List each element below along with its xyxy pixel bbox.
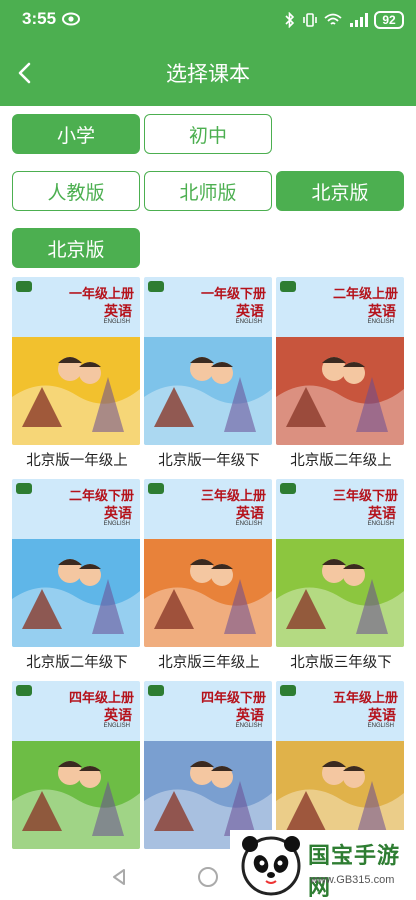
cover-grade-label: 二年级下册 <box>68 489 134 504</box>
book-cover[interactable]: 三年级下册英语 ENGLISH <box>276 479 404 647</box>
cover-english-label: ENGLISH <box>367 521 394 527</box>
battery-indicator: 92 <box>374 11 404 29</box>
book-card[interactable]: 二年级上册英语 ENGLISH 北京版二年级上 <box>276 277 404 473</box>
publisher-chip-beijing[interactable]: 北京版 <box>276 171 404 211</box>
book-title: 北京版二年级上 <box>290 453 392 469</box>
cover-subject-label: 英语 <box>236 708 264 724</box>
edition-chip-beijing[interactable]: 北京版 <box>12 228 140 268</box>
grade-filter-row: 小学 初中 <box>0 114 416 154</box>
book-card[interactable]: 一年级下册英语 ENGLISH 北京版一年级下 <box>144 277 272 473</box>
book-card[interactable]: 五年级上册英语 ENGLISH <box>276 681 404 851</box>
cover-subject-label: 英语 <box>104 708 132 724</box>
cover-grade-label: 五年级上册 <box>332 691 398 706</box>
cover-subject-label: 英语 <box>368 506 396 522</box>
watermark: 国宝手游网 www.GB315.com <box>230 830 416 900</box>
book-title: 北京版三年级下 <box>290 655 392 671</box>
wifi-icon <box>324 13 342 25</box>
eye-icon <box>62 12 80 26</box>
book-cover[interactable]: 一年级下册英语 ENGLISH <box>144 277 272 445</box>
book-title: 北京版三年级上 <box>158 655 260 671</box>
signal-icon <box>350 13 368 27</box>
vibrate-icon <box>303 13 317 27</box>
cover-english-label: ENGLISH <box>235 723 262 729</box>
publisher-chip-renjiao[interactable]: 人教版 <box>12 171 140 211</box>
cover-subject-label: 英语 <box>104 506 132 522</box>
header: 3:55 92 选择课本 <box>0 0 416 106</box>
book-card[interactable]: 三年级上册英语 ENGLISH 北京版三年级上 <box>144 479 272 675</box>
book-cover[interactable]: 二年级下册英语 ENGLISH <box>12 479 140 647</box>
grade-chip-primary[interactable]: 小学 <box>12 114 140 154</box>
book-title: 北京版一年级下 <box>158 453 260 469</box>
cover-subject-label: 英语 <box>368 304 396 320</box>
app-bar: 选择课本 <box>0 48 416 98</box>
cover-grade-label: 四年级上册 <box>68 691 134 706</box>
book-title: 北京版二年级下 <box>26 655 128 671</box>
book-card[interactable]: 三年级下册英语 ENGLISH 北京版三年级下 <box>276 479 404 675</box>
cover-grade-label: 四年级下册 <box>200 691 266 706</box>
cover-grade-label: 一年级下册 <box>200 287 266 302</box>
cover-grade-label: 一年级上册 <box>68 287 134 302</box>
panda-logo-icon <box>241 836 301 896</box>
book-card[interactable]: 一年级上册英语 ENGLISH 北京版一年级上 <box>12 277 140 473</box>
cover-english-label: ENGLISH <box>103 521 130 527</box>
publisher-chip-beishi[interactable]: 北师版 <box>144 171 272 211</box>
watermark-title: 国宝手游网 <box>308 844 401 900</box>
book-cover[interactable]: 二年级上册英语 ENGLISH <box>276 277 404 445</box>
cover-english-label: ENGLISH <box>103 319 130 325</box>
cover-grade-label: 三年级上册 <box>200 489 266 504</box>
book-title: 北京版一年级上 <box>26 453 128 469</box>
cover-english-label: ENGLISH <box>235 319 262 325</box>
cover-subject-label: 英语 <box>104 304 132 320</box>
cover-grade-label: 三年级下册 <box>332 489 398 504</box>
cover-grade-label: 二年级上册 <box>332 287 398 302</box>
cover-english-label: ENGLISH <box>103 723 130 729</box>
nav-home-icon[interactable] <box>198 867 218 887</box>
book-cover[interactable]: 三年级上册英语 ENGLISH <box>144 479 272 647</box>
book-cover[interactable]: 四年级上册英语 ENGLISH <box>12 681 140 849</box>
page-title: 选择课本 <box>166 62 250 86</box>
cover-english-label: ENGLISH <box>235 521 262 527</box>
book-cover[interactable]: 四年级下册英语 ENGLISH <box>144 681 272 849</box>
status-time: 3:55 <box>22 9 57 28</box>
system-icons: 92 <box>284 11 404 29</box>
cover-subject-label: 英语 <box>368 708 396 724</box>
book-card[interactable]: 二年级下册英语 ENGLISH 北京版二年级下 <box>12 479 140 675</box>
cover-subject-label: 英语 <box>236 506 264 522</box>
cover-subject-label: 英语 <box>236 304 264 320</box>
cover-english-label: ENGLISH <box>367 723 394 729</box>
publisher-filter-row: 人教版 北师版 北京版 <box>0 171 416 211</box>
grade-chip-junior[interactable]: 初中 <box>144 114 272 154</box>
book-cover[interactable]: 一年级上册英语 ENGLISH <box>12 277 140 445</box>
watermark-url: www.GB315.com <box>310 874 395 886</box>
bluetooth-icon <box>285 12 295 28</box>
book-card[interactable]: 四年级下册英语 ENGLISH <box>144 681 272 851</box>
status-bar: 3:55 92 <box>0 0 416 40</box>
edition-row: 北京版 <box>0 228 416 268</box>
book-card[interactable]: 四年级上册英语 ENGLISH <box>12 681 140 851</box>
cover-english-label: ENGLISH <box>367 319 394 325</box>
book-cover[interactable]: 五年级上册英语 ENGLISH <box>276 681 404 849</box>
nav-back-icon[interactable] <box>110 868 128 886</box>
